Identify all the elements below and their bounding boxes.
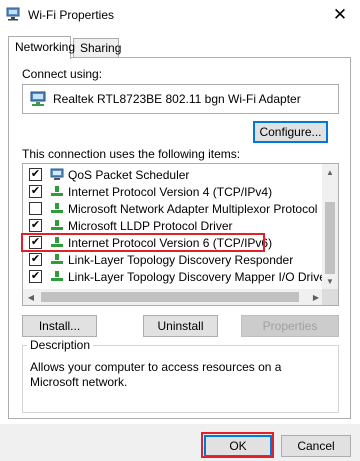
- scroll-thumb[interactable]: [41, 292, 299, 302]
- networking-tab-page: Connect using: Realtek RTL8723BE 802.11 …: [8, 57, 351, 419]
- network-adapter-icon: [6, 7, 20, 21]
- list-item[interactable]: Microsoft Network Adapter Multiplexor Pr…: [23, 200, 324, 217]
- items-label: This connection uses the following items…: [22, 147, 241, 161]
- description-label: Description: [27, 338, 94, 352]
- scroll-corner: [322, 289, 338, 305]
- cancel-button[interactable]: Cancel: [281, 435, 351, 457]
- protocol-icon: [51, 254, 63, 264]
- protocol-icon: [51, 203, 63, 213]
- adapter-name: Realtek RTL8723BE 802.11 bgn Wi-Fi Adapt…: [53, 92, 301, 106]
- adapter-field: Realtek RTL8723BE 802.11 bgn Wi-Fi Adapt…: [22, 84, 339, 114]
- close-icon: ✕: [332, 5, 348, 24]
- connect-using-label: Connect using:: [22, 67, 103, 81]
- item-checkbox[interactable]: ✔: [29, 168, 42, 181]
- scroll-down-icon[interactable]: ▼: [322, 273, 338, 289]
- list-item[interactable]: ✔ Link-Layer Topology Discovery Responde…: [23, 251, 324, 268]
- network-adapter-icon: [30, 91, 46, 106]
- properties-button[interactable]: Properties: [241, 315, 339, 337]
- item-label: Microsoft Network Adapter Multiplexor Pr…: [68, 202, 318, 216]
- window-title: Wi-Fi Properties: [28, 8, 115, 22]
- close-button[interactable]: ✕: [320, 0, 360, 30]
- scroll-up-icon[interactable]: ▲: [322, 164, 338, 180]
- description-group: Description Allows your computer to acce…: [22, 338, 339, 413]
- item-label: Microsoft LLDP Protocol Driver: [68, 219, 233, 233]
- scroll-thumb[interactable]: [325, 202, 335, 274]
- description-text: Allows your computer to access resources…: [30, 360, 282, 389]
- item-checkbox[interactable]: ✔: [29, 219, 42, 232]
- list-item[interactable]: ✔ Microsoft LLDP Protocol Driver: [23, 217, 324, 234]
- configure-button[interactable]: Configure...: [253, 121, 328, 143]
- qos-icon: [50, 168, 64, 180]
- tab-sharing[interactable]: Sharing: [73, 38, 121, 58]
- item-checkbox[interactable]: ✔: [29, 270, 42, 283]
- tab-networking[interactable]: Networking: [8, 36, 75, 59]
- list-item[interactable]: ✔ QoS Packet Scheduler: [23, 166, 324, 183]
- uninstall-button[interactable]: Uninstall: [143, 315, 218, 337]
- item-label: Link-Layer Topology Discovery Mapper I/O…: [68, 270, 330, 284]
- horizontal-scrollbar[interactable]: ◀ ▶: [23, 289, 324, 305]
- list-item[interactable]: ✔ Internet Protocol Version 4 (TCP/IPv4): [23, 183, 324, 200]
- list-item[interactable]: ✔ Link-Layer Topology Discovery Mapper I…: [23, 268, 330, 285]
- item-checkbox[interactable]: ✔: [29, 185, 42, 198]
- highlight-box: [201, 432, 274, 458]
- install-button[interactable]: Install...: [22, 315, 97, 337]
- title-bar: Wi-Fi Properties ✕: [0, 0, 360, 30]
- highlight-box: [21, 233, 265, 252]
- scroll-left-icon[interactable]: ◀: [23, 289, 39, 305]
- item-label: Internet Protocol Version 4 (TCP/IPv4): [68, 185, 273, 199]
- protocol-icon: [51, 186, 63, 196]
- item-checkbox[interactable]: [29, 202, 42, 215]
- protocol-icon: [51, 271, 63, 281]
- item-label: QoS Packet Scheduler: [68, 168, 190, 182]
- protocol-icon: [51, 220, 63, 230]
- item-checkbox[interactable]: ✔: [29, 253, 42, 266]
- vertical-scrollbar[interactable]: ▲ ▼: [322, 164, 338, 289]
- item-label: Link-Layer Topology Discovery Responder: [68, 253, 294, 267]
